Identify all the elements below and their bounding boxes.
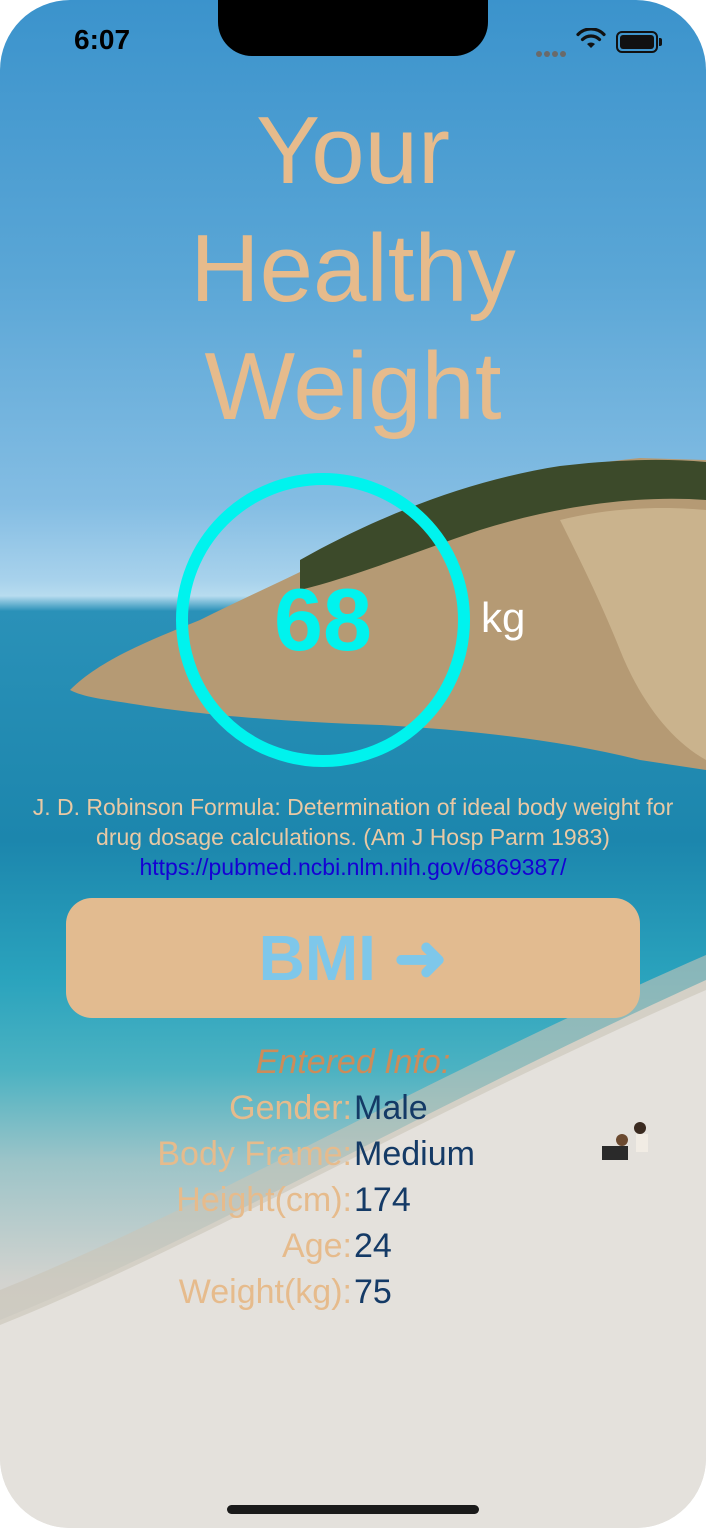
healthy-weight-value: 68 [274, 570, 372, 669]
battery-icon [616, 31, 662, 53]
title-line-1: Your [256, 97, 450, 204]
citation-line-2: drug dosage calculations. (Am J Hosp Par… [96, 824, 610, 850]
info-label: Body Frame: [157, 1135, 352, 1173]
status-bar: 6:07 [0, 0, 706, 80]
info-label: Height(cm): [176, 1181, 352, 1219]
info-label: Gender: [229, 1089, 352, 1127]
info-value: 24 [354, 1227, 392, 1265]
wifi-icon [576, 28, 606, 48]
title-line-3: Weight [204, 333, 502, 440]
home-indicator[interactable] [227, 1505, 479, 1514]
page-title: Your Healthy Weight [0, 92, 706, 446]
bmi-button[interactable]: BMI ➜ [66, 898, 640, 1018]
citation-line-1: J. D. Robinson Formula: Determination of… [32, 794, 674, 820]
status-time: 6:07 [74, 24, 131, 55]
cellular-signal-icon [536, 44, 568, 62]
device-notch [218, 0, 488, 56]
citation-link[interactable]: https://pubmed.ncbi.nlm.nih.gov/6869387/ [0, 852, 706, 882]
info-value: Male [354, 1089, 428, 1127]
info-value: 174 [354, 1181, 411, 1219]
info-label: Weight(kg): [178, 1273, 352, 1311]
info-value: 75 [354, 1273, 392, 1311]
info-label: Age: [282, 1227, 352, 1265]
title-line-2: Healthy [190, 215, 516, 322]
entered-info-heading: Entered Info: [255, 1043, 451, 1081]
formula-citation: J. D. Robinson Formula: Determination of… [0, 792, 706, 852]
weight-unit: kg [481, 594, 526, 641]
screen: 6:07 Your Healthy Weight 68 kg J. D. Rob… [0, 0, 706, 1528]
info-value: Medium [354, 1135, 475, 1173]
